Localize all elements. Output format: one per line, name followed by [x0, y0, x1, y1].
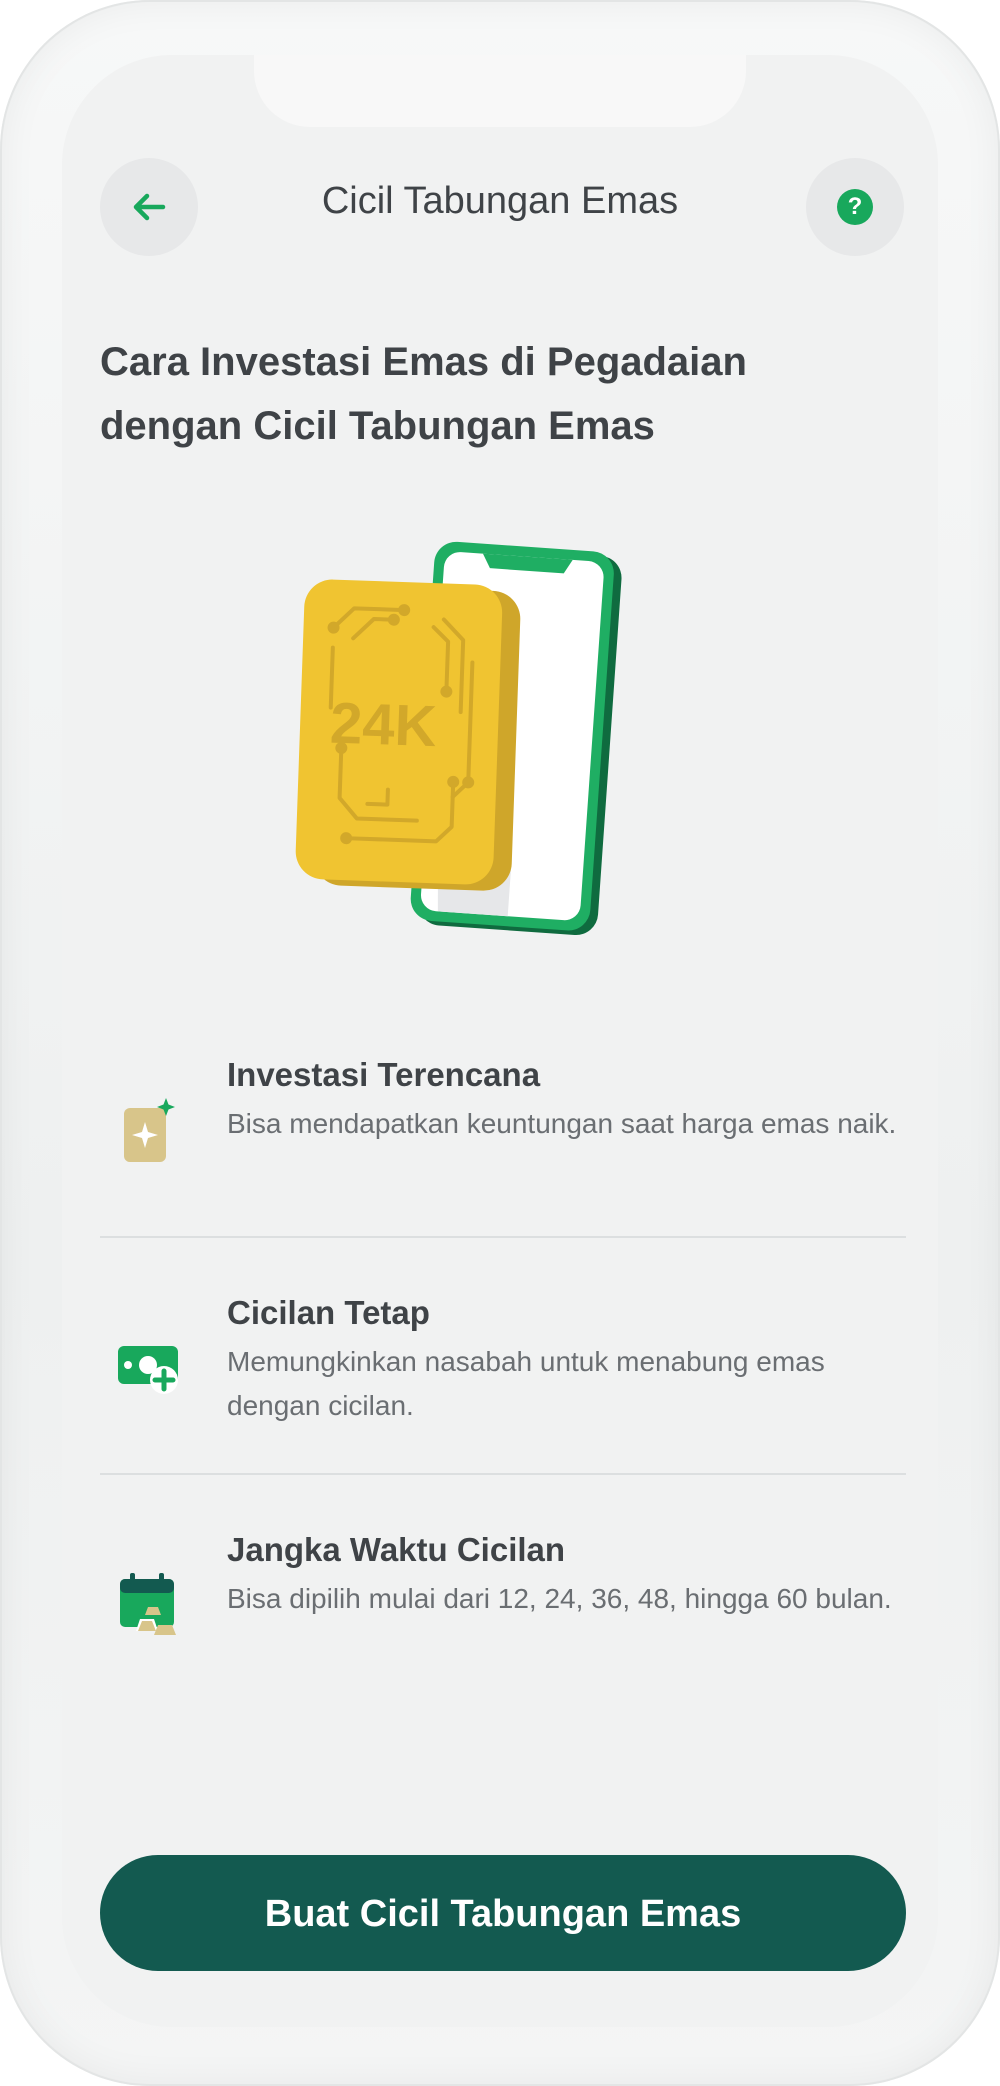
gold-sparkle-icon [114, 1096, 184, 1166]
headline: Cara Investasi Emas di Pegadaian dengan … [100, 340, 747, 448]
create-cicil-button[interactable]: Buat Cicil Tabungan Emas [100, 1855, 906, 1971]
divider [100, 1473, 906, 1475]
feature-description: Bisa dipilih mulai dari 12, 24, 36, 48, … [227, 1583, 892, 1614]
question-mark-icon: ? [837, 189, 873, 225]
help-button[interactable]: ? [806, 158, 904, 256]
karat-label: 24K [329, 691, 438, 760]
feature-title: Investasi Terencana [227, 1056, 541, 1093]
divider [100, 1236, 906, 1238]
back-button[interactable] [100, 158, 198, 256]
arrow-left-icon [133, 193, 166, 221]
feature-title: Cicilan Tetap [227, 1294, 430, 1331]
money-add-icon [114, 1334, 184, 1404]
page-title: Cicil Tabungan Emas [321, 180, 679, 222]
feature-title: Jangka Waktu Cicilan [227, 1531, 566, 1568]
feature-description: Memungkinkan nasabah untuk menabung emas… [227, 1346, 825, 1421]
feature-description: Bisa mendapatkan keuntungan saat harga e… [227, 1108, 897, 1139]
phone-notch [254, 55, 746, 127]
gold-phone-illustration: 24K [295, 541, 622, 936]
calendar-gold-icon [114, 1569, 184, 1639]
